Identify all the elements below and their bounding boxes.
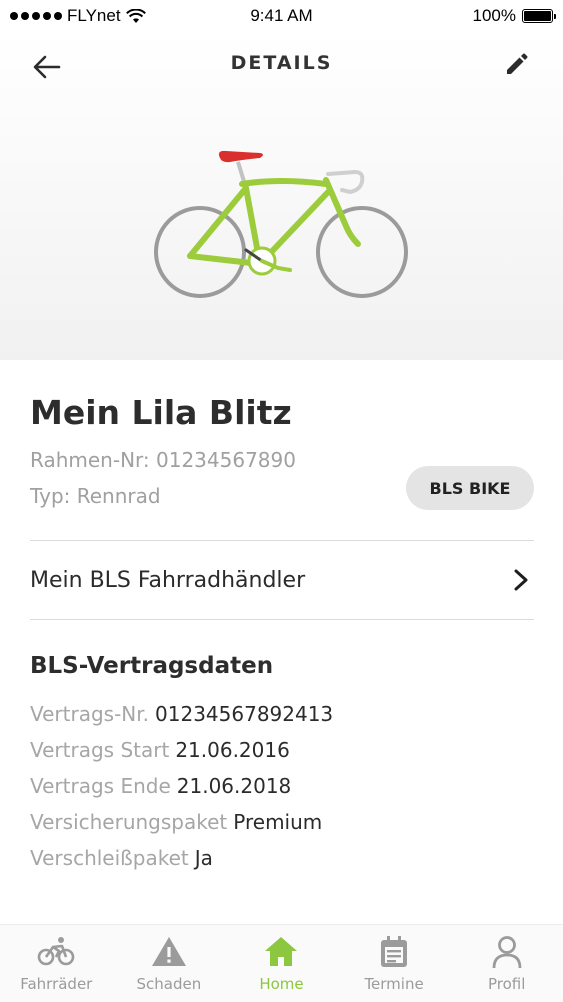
tab-bar: Fahrräder Schaden Home Termine Profil [0, 924, 563, 1002]
divider [30, 619, 534, 620]
warning-icon [151, 937, 186, 966]
bike-type: Typ: Rennrad [30, 484, 161, 508]
frame-number: Rahmen-Nr: 01234567890 [30, 448, 296, 472]
contract-key: Vertrags-Nr. [30, 702, 150, 726]
tab-label: Termine [364, 975, 424, 993]
tab-termine[interactable]: Termine [338, 925, 451, 1002]
contract-key: Vertrags Ende [30, 774, 171, 798]
contract-value: 21.06.2016 [175, 738, 290, 762]
contract-key: Versicherungspaket [30, 810, 228, 834]
home-icon [265, 937, 298, 966]
edit-button[interactable] [503, 52, 529, 78]
bicycle-illustration [154, 150, 408, 298]
contract-row-wear: Verschleißpaket Ja [30, 846, 213, 870]
bike-frame [187, 177, 361, 267]
battery-percentage: 100% [472, 6, 516, 25]
tab-label: Fahrräder [20, 975, 93, 993]
contract-value: 21.06.2018 [176, 774, 292, 798]
brand-chip-button[interactable]: BLS BIKE [406, 466, 534, 510]
battery-fill [524, 11, 551, 21]
bike-name: Mein Lila Blitz [30, 393, 292, 432]
battery-icon [522, 9, 556, 23]
tab-home[interactable]: Home [225, 925, 338, 1002]
pencil-icon [507, 53, 528, 74]
contract-row-end: Vertrags Ende 21.06.2018 [30, 774, 291, 798]
calendar-icon [381, 936, 408, 967]
tab-profil[interactable]: Profil [450, 925, 563, 1002]
dealer-label: Mein BLS Fahrradhändler [30, 567, 306, 593]
contract-value: Premium [233, 810, 323, 834]
page-title: DETAILS [230, 52, 333, 74]
user-icon [492, 936, 522, 969]
contract-value: 01234567892413 [155, 702, 334, 726]
status-right: 100% [472, 6, 556, 26]
contract-key: Vertrags Start [30, 738, 170, 762]
tab-label: Home [259, 975, 304, 993]
contract-key: Verschleißpaket [30, 846, 189, 870]
contract-section-title: BLS-Vertragsdaten [30, 653, 274, 679]
contract-value: Ja [194, 846, 213, 870]
hero-section: DETAILS [0, 32, 563, 360]
contract-row-number: Vertrags-Nr. 01234567892413 [30, 702, 333, 726]
contract-row-insurance: Versicherungspaket Premium [30, 810, 322, 834]
bicycle-icon [37, 937, 75, 966]
tab-fahrraeder[interactable]: Fahrräder [0, 925, 113, 1002]
tab-schaden[interactable]: Schaden [113, 925, 226, 1002]
front-wheel [316, 206, 408, 298]
tab-label: Profil [487, 975, 526, 993]
saddle [218, 150, 263, 163]
tab-label: Schaden [136, 975, 202, 993]
chevron-right-icon [514, 569, 528, 591]
dealer-row[interactable]: Mein BLS Fahrradhändler [30, 541, 534, 619]
rear-wheel [154, 206, 246, 298]
status-bar: FLYnet 9:41 AM 100% [0, 0, 563, 32]
contract-row-start: Vertrags Start 21.06.2016 [30, 738, 290, 762]
